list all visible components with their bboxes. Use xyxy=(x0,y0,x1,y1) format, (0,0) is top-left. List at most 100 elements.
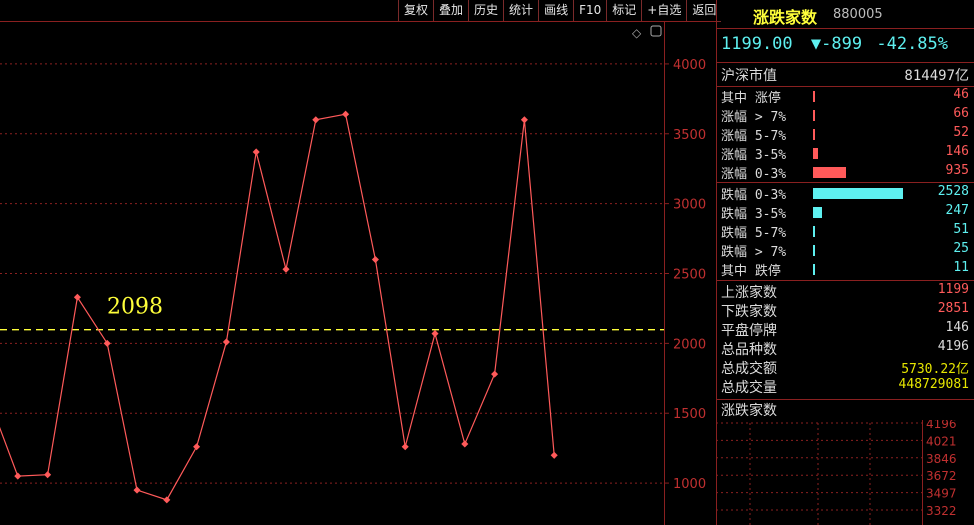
stat-label: 上涨家数 xyxy=(721,285,777,301)
stat-label: 总品种数 xyxy=(721,342,777,358)
stat-bar xyxy=(813,148,818,159)
stat-row: 其中 涨停 46 xyxy=(717,87,973,106)
y-tick-label: 1000 xyxy=(673,477,706,492)
data-point xyxy=(14,472,22,480)
stat-bar xyxy=(813,129,815,140)
stat-label: 涨幅 5-7% xyxy=(721,129,787,144)
data-point xyxy=(133,486,141,494)
stat-value: 5730.22亿 xyxy=(901,362,969,377)
divider xyxy=(717,280,974,281)
stat-bar xyxy=(813,188,903,199)
stat-label: 跌幅 5-7% xyxy=(721,226,787,241)
y-tick-label: 3000 xyxy=(673,198,706,213)
stat-label: 涨幅 0-3% xyxy=(721,167,787,182)
y-tick-label: 3500 xyxy=(673,128,706,143)
stat-row: 涨幅 0-3% 935 xyxy=(717,163,973,182)
stat-label: 跌幅 0-3% xyxy=(721,188,787,203)
stat-label: 下跌家数 xyxy=(721,304,777,320)
change-pct: -42.85% xyxy=(876,34,949,54)
stat-bar xyxy=(813,167,846,178)
stat-label: 平盘停牌 xyxy=(721,323,777,339)
divider xyxy=(717,182,974,183)
stat-value: 146 xyxy=(945,320,969,335)
stat-label: 其中 涨停 xyxy=(721,91,781,106)
stat-value: 66 xyxy=(953,106,969,121)
mini-tick-label: 3672 xyxy=(926,469,957,483)
data-point xyxy=(520,116,528,124)
stat-row: 涨幅 3-5% 146 xyxy=(717,144,973,163)
divider xyxy=(717,28,974,29)
data-point xyxy=(431,330,439,338)
data-point xyxy=(342,110,350,118)
stat-label: 跌幅 > 7% xyxy=(721,245,787,260)
y-tick-label: 2000 xyxy=(673,337,706,352)
data-point xyxy=(461,440,469,448)
stat-label: 涨幅 > 7% xyxy=(721,110,787,125)
stat-label: 跌幅 3-5% xyxy=(721,207,787,222)
stat-label: 涨幅 3-5% xyxy=(721,148,787,163)
market-cap-value: 814497亿 xyxy=(904,68,969,84)
stat-value: 11 xyxy=(953,260,969,275)
stat-row: 跌幅 > 7% 25 xyxy=(717,241,973,260)
reference-label: 2098 xyxy=(107,295,163,320)
stat-bar xyxy=(813,264,815,275)
data-point xyxy=(401,443,409,451)
data-point xyxy=(44,471,52,479)
window-icon xyxy=(650,25,662,37)
diamond-icon: ◇ xyxy=(632,26,642,40)
market-cap-label: 沪深市值 xyxy=(721,68,777,84)
stat-value: 2528 xyxy=(937,184,969,199)
y-tick-label: 4000 xyxy=(673,58,706,73)
stat-bar xyxy=(813,226,815,237)
data-point xyxy=(491,370,499,378)
stat-row: 上涨家数 1199 xyxy=(717,282,973,301)
stat-row: 跌幅 0-3% 2528 xyxy=(717,184,973,203)
stat-row: 其中 跌停 11 xyxy=(717,260,973,279)
y-tick-label: 2500 xyxy=(673,268,706,283)
stat-value: 52 xyxy=(953,125,969,140)
stat-bar xyxy=(813,245,815,256)
mini-chart: 4196 4021 3846 3672 3497 3322 xyxy=(716,420,957,525)
stat-value: 4196 xyxy=(937,339,969,354)
series-line xyxy=(0,113,555,501)
index-code: 880005 xyxy=(833,7,883,22)
data-point xyxy=(550,451,558,459)
stat-row: 涨幅 5-7% 52 xyxy=(717,125,973,144)
mini-tick-label: 3322 xyxy=(926,504,957,518)
mini-chart-title-row: 涨跌家数 xyxy=(717,400,973,419)
data-point xyxy=(252,148,260,156)
stat-row: 总成交量 448729081 xyxy=(717,377,973,396)
price-line: 1199.00 ▼-899 -42.85% xyxy=(721,34,948,54)
market-cap-row: 沪深市值 814497亿 xyxy=(717,65,973,84)
data-point xyxy=(103,339,111,347)
divider xyxy=(717,62,974,63)
data-point xyxy=(163,496,171,504)
stat-row: 涨幅 > 7% 66 xyxy=(717,106,973,125)
mini-chart-title: 涨跌家数 xyxy=(721,403,777,419)
data-point xyxy=(193,443,201,451)
data-point xyxy=(371,255,379,264)
stat-row: 跌幅 5-7% 51 xyxy=(717,222,973,241)
stat-value: 46 xyxy=(953,87,969,102)
index-name: 涨跌家数 xyxy=(753,8,818,27)
stat-value: 247 xyxy=(945,203,969,218)
stat-row: 下跌家数 2851 xyxy=(717,301,973,320)
stat-bar xyxy=(813,91,815,102)
data-point xyxy=(312,116,320,124)
stat-value: 25 xyxy=(953,241,969,256)
stat-label: 总成交量 xyxy=(721,380,777,396)
mini-tick-label: 4021 xyxy=(926,434,957,448)
mini-tick-label: 3497 xyxy=(926,487,957,501)
stat-row: 总品种数 4196 xyxy=(717,339,973,358)
stat-bar xyxy=(813,207,822,218)
data-point xyxy=(222,338,230,346)
y-tick-label: 1500 xyxy=(673,407,706,422)
data-point xyxy=(73,293,81,301)
change-value: -899 xyxy=(821,34,863,54)
stat-bar xyxy=(813,110,815,121)
data-point xyxy=(282,265,290,273)
stat-row: 平盘停牌 146 xyxy=(717,320,973,339)
stat-value: 146 xyxy=(945,144,969,159)
mini-tick-label: 3846 xyxy=(926,452,957,466)
stat-value: 448729081 xyxy=(898,377,969,392)
